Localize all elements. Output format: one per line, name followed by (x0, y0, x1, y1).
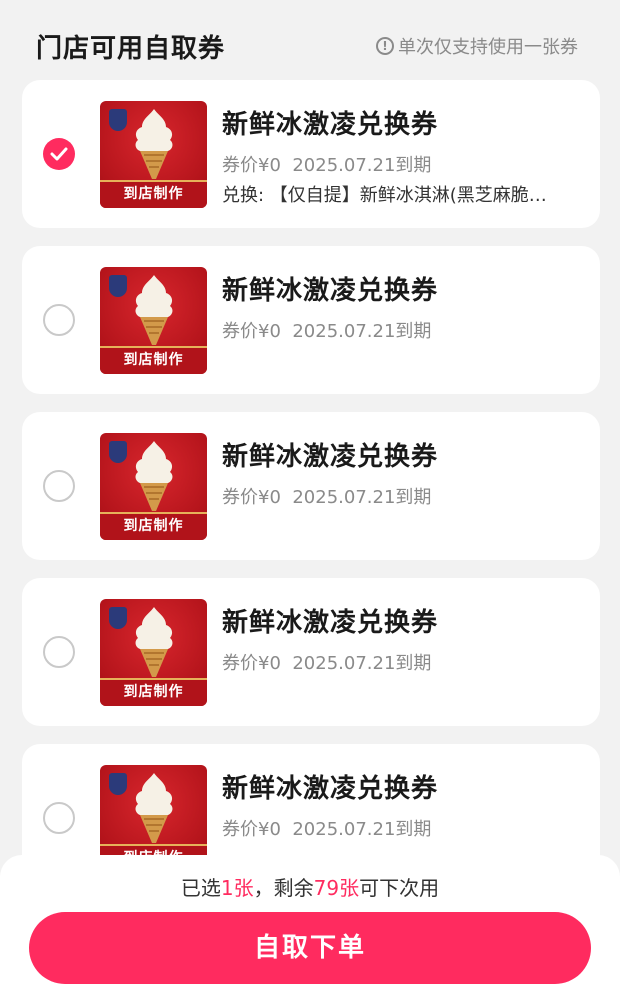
coupon-card[interactable]: 到店制作 新鲜冰激凌兑换券 券价¥0 2025.07.21到期 (22, 412, 600, 560)
summary-mid: ，剩余 (253, 876, 314, 900)
summary-suffix: 可下次用 (359, 876, 440, 900)
info-icon: ! (376, 37, 394, 55)
ice-cream-cone-icon (135, 773, 173, 843)
coupon-name: 新鲜冰激凌兑换券 (222, 774, 439, 804)
radio-unchecked-icon[interactable] (43, 470, 75, 502)
footer-bar: 已选1张，剩余79张可下次用 自取下单 (0, 855, 620, 1002)
radio-unchecked-icon[interactable] (43, 802, 75, 834)
coupon-description: 兑换: 【仅自提】新鲜冰淇淋(黑芝麻脆… (222, 185, 547, 206)
coupon-price: 券价¥0 (222, 819, 281, 840)
coupon-name: 新鲜冰激凌兑换券 (222, 608, 439, 638)
usage-notice-text: 单次仅支持使用一张券 (398, 37, 578, 58)
selected-count: 1张 (220, 876, 254, 900)
coupon-expiry: 2025.07.21到期 (292, 321, 432, 342)
summary-prefix: 已选 (180, 876, 221, 900)
remaining-count: 79张 (313, 876, 360, 900)
coupon-card[interactable]: 到店制作 新鲜冰激凌兑换券 券价¥0 2025.07.21到期 (22, 246, 600, 394)
ice-cream-image: 到店制作 (100, 433, 207, 540)
coupon-expiry: 2025.07.21到期 (292, 819, 432, 840)
image-label: 到店制作 (100, 678, 207, 706)
pickup-order-button[interactable]: 自取下单 (29, 912, 591, 984)
usage-notice: ! 单次仅支持使用一张券 (376, 33, 578, 59)
ice-cream-cone-icon (135, 109, 173, 179)
header: 门店可用自取券 ! 单次仅支持使用一张券 (0, 0, 620, 82)
radio-checked-icon[interactable] (43, 138, 75, 170)
radio-unchecked-icon[interactable] (43, 304, 75, 336)
ice-cream-cone-icon (135, 607, 173, 677)
coupon-name: 新鲜冰激凌兑换券 (222, 276, 439, 306)
radio-unchecked-icon[interactable] (43, 636, 75, 668)
coupon-price: 券价¥0 (222, 487, 281, 508)
coupon-meta: 券价¥0 2025.07.21到期 (222, 649, 431, 675)
coupon-meta: 券价¥0 2025.07.21到期 (222, 151, 431, 177)
coupon-expiry: 2025.07.21到期 (292, 155, 432, 176)
ice-cream-image: 到店制作 (100, 267, 207, 374)
coupon-price: 券价¥0 (222, 155, 281, 176)
coupon-card[interactable]: 到店制作 新鲜冰激凌兑换券 券价¥0 2025.07.21到期 (22, 578, 600, 726)
brand-logo-icon (109, 607, 127, 629)
ice-cream-image: 到店制作 (100, 101, 207, 208)
coupon-meta: 券价¥0 2025.07.21到期 (222, 483, 431, 509)
image-label: 到店制作 (100, 180, 207, 208)
page-title: 门店可用自取券 (36, 34, 226, 64)
coupon-expiry: 2025.07.21到期 (292, 653, 432, 674)
ice-cream-cone-icon (135, 441, 173, 511)
image-label: 到店制作 (100, 346, 207, 374)
coupon-price: 券价¥0 (222, 653, 281, 674)
brand-logo-icon (109, 109, 127, 131)
coupon-name: 新鲜冰激凌兑换券 (222, 110, 439, 140)
coupon-name: 新鲜冰激凌兑换券 (222, 442, 439, 472)
ice-cream-cone-icon (135, 275, 173, 345)
coupon-meta: 券价¥0 2025.07.21到期 (222, 317, 431, 343)
coupon-expiry: 2025.07.21到期 (292, 487, 432, 508)
brand-logo-icon (109, 773, 127, 795)
image-label: 到店制作 (100, 512, 207, 540)
coupon-select-page: 门店可用自取券 ! 单次仅支持使用一张券 到店制作 新鲜冰激凌兑换券 券价¥0 … (0, 0, 620, 1002)
brand-logo-icon (109, 441, 127, 463)
brand-logo-icon (109, 275, 127, 297)
coupon-list: 到店制作 新鲜冰激凌兑换券 券价¥0 2025.07.21到期 兑换: 【仅自提… (22, 80, 600, 910)
coupon-card[interactable]: 到店制作 新鲜冰激凌兑换券 券价¥0 2025.07.21到期 兑换: 【仅自提… (22, 80, 600, 228)
selection-summary: 已选1张，剩余79张可下次用 (0, 872, 620, 901)
coupon-meta: 券价¥0 2025.07.21到期 (222, 815, 431, 841)
ice-cream-image: 到店制作 (100, 599, 207, 706)
coupon-price: 券价¥0 (222, 321, 281, 342)
